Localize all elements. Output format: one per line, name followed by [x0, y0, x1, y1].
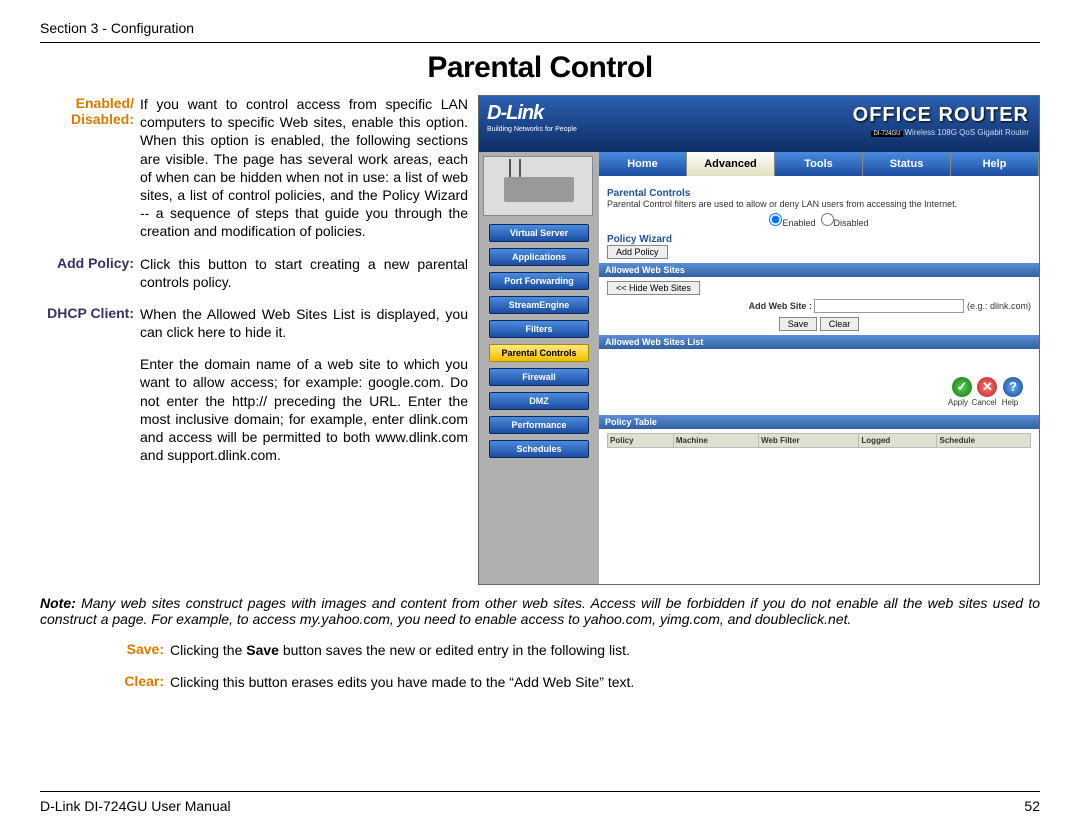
domain-blank-label: [40, 355, 140, 464]
side-virtual-server[interactable]: Virtual Server: [489, 224, 589, 242]
disabled-label: Disabled: [834, 218, 869, 228]
cancel-label: Cancel: [971, 398, 997, 407]
tab-help[interactable]: Help: [951, 152, 1039, 176]
side-port-forwarding[interactable]: Port Forwarding: [489, 272, 589, 290]
allowed-list-bar: Allowed Web Sites List: [599, 335, 1039, 349]
cancel-icon[interactable]: ✕: [977, 377, 997, 397]
router-image: [483, 156, 593, 216]
clear-text: Clicking this button erases edits you ha…: [170, 673, 1040, 691]
col-policy: Policy: [608, 434, 674, 448]
page-title: Parental Control: [40, 51, 1040, 85]
col-web-filter: Web Filter: [759, 434, 859, 448]
enabled-disabled-label: Enabled/Disabled:: [40, 95, 140, 241]
model-badge: DI-724GU: [871, 131, 902, 137]
save-text: Clicking the Save button saves the new o…: [170, 641, 1040, 659]
hide-web-sites-button[interactable]: << Hide Web Sites: [607, 281, 700, 295]
note-text: Note: Many web sites construct pages wit…: [40, 595, 1040, 627]
allowed-sites-bar: Allowed Web Sites: [599, 263, 1039, 277]
add-web-site-input[interactable]: [814, 299, 964, 313]
apply-label: Apply: [945, 398, 971, 407]
sidebar: Virtual Server Applications Port Forwardin…: [479, 152, 599, 584]
help-label: Help: [997, 398, 1023, 407]
tab-tools[interactable]: Tools: [775, 152, 863, 176]
side-schedules[interactable]: Schedules: [489, 440, 589, 458]
col-schedule: Schedule: [937, 434, 1031, 448]
model-desc: Wireless 108G QoS Gigabit Router: [905, 128, 1030, 137]
add-policy-label: Add Policy:: [40, 255, 140, 291]
col-logged: Logged: [859, 434, 937, 448]
enable-row: Enabled Disabled: [607, 213, 1031, 228]
side-filters[interactable]: Filters: [489, 320, 589, 338]
tab-status[interactable]: Status: [863, 152, 951, 176]
policy-table: PolicyMachineWeb FilterLoggedSchedule: [607, 433, 1031, 448]
clear-label: Clear:: [40, 673, 170, 691]
page-number: 52: [1024, 798, 1040, 814]
dhcp-client-text: When the Allowed Web Sites List is displ…: [140, 305, 468, 341]
model-line: DI-724GUWireless 108G QoS Gigabit Router: [871, 128, 1029, 137]
side-parental-controls[interactable]: Parental Controls: [489, 344, 589, 362]
add-policy-text: Click this button to start creating a ne…: [140, 255, 468, 291]
disabled-radio[interactable]: [821, 213, 834, 226]
dlink-tagline: Building Networks for People: [487, 126, 577, 133]
add-web-site-label: Add Web Site :: [749, 301, 812, 311]
policy-table-bar: Policy Table: [599, 415, 1039, 429]
enabled-label: Enabled: [782, 218, 815, 228]
action-icons: ✓ ✕ ? ApplyCancelHelp: [607, 373, 1031, 411]
save-label: Save:: [40, 641, 170, 659]
footer: D-Link DI-724GU User Manual 52: [40, 791, 1040, 814]
apply-icon[interactable]: ✓: [952, 377, 972, 397]
pc-title: Parental Controls: [607, 188, 1031, 199]
side-performance[interactable]: Performance: [489, 416, 589, 434]
side-streamengine[interactable]: StreamEngine: [489, 296, 589, 314]
help-icon[interactable]: ?: [1003, 377, 1023, 397]
banner: D-Link Building Networks for People OFFI…: [479, 96, 1039, 152]
enabled-radio[interactable]: [769, 213, 782, 226]
tab-home[interactable]: Home: [599, 152, 687, 176]
side-firewall[interactable]: Firewall: [489, 368, 589, 386]
col-machine: Machine: [673, 434, 758, 448]
save-button[interactable]: Save: [779, 317, 818, 331]
office-router-label: OFFICE ROUTER: [853, 104, 1029, 127]
policy-wizard-title: Policy Wizard: [607, 234, 1031, 245]
manual-name: D-Link DI-724GU User Manual: [40, 798, 231, 814]
dlink-logo: D-Link: [487, 102, 543, 125]
side-dmz[interactable]: DMZ: [489, 392, 589, 410]
section-header: Section 3 - Configuration: [40, 20, 1040, 43]
dhcp-client-label: DHCP Client:: [40, 305, 140, 341]
pc-desc: Parental Control filters are used to all…: [607, 199, 1031, 209]
domain-text: Enter the domain name of a web site to w…: [140, 355, 468, 464]
router-screenshot: D-Link Building Networks for People OFFI…: [478, 95, 1040, 585]
enabled-disabled-text: If you want to control access from speci…: [140, 95, 468, 241]
side-applications[interactable]: Applications: [489, 248, 589, 266]
add-policy-button[interactable]: Add Policy: [607, 245, 668, 259]
clear-button[interactable]: Clear: [820, 317, 860, 331]
eg-hint: (e.g.: dlink.com): [967, 301, 1031, 311]
tab-bar: HomeAdvancedToolsStatusHelp: [599, 152, 1039, 176]
main-panel: HomeAdvancedToolsStatusHelp Parental Con…: [599, 152, 1039, 584]
tab-advanced[interactable]: Advanced: [687, 152, 775, 176]
